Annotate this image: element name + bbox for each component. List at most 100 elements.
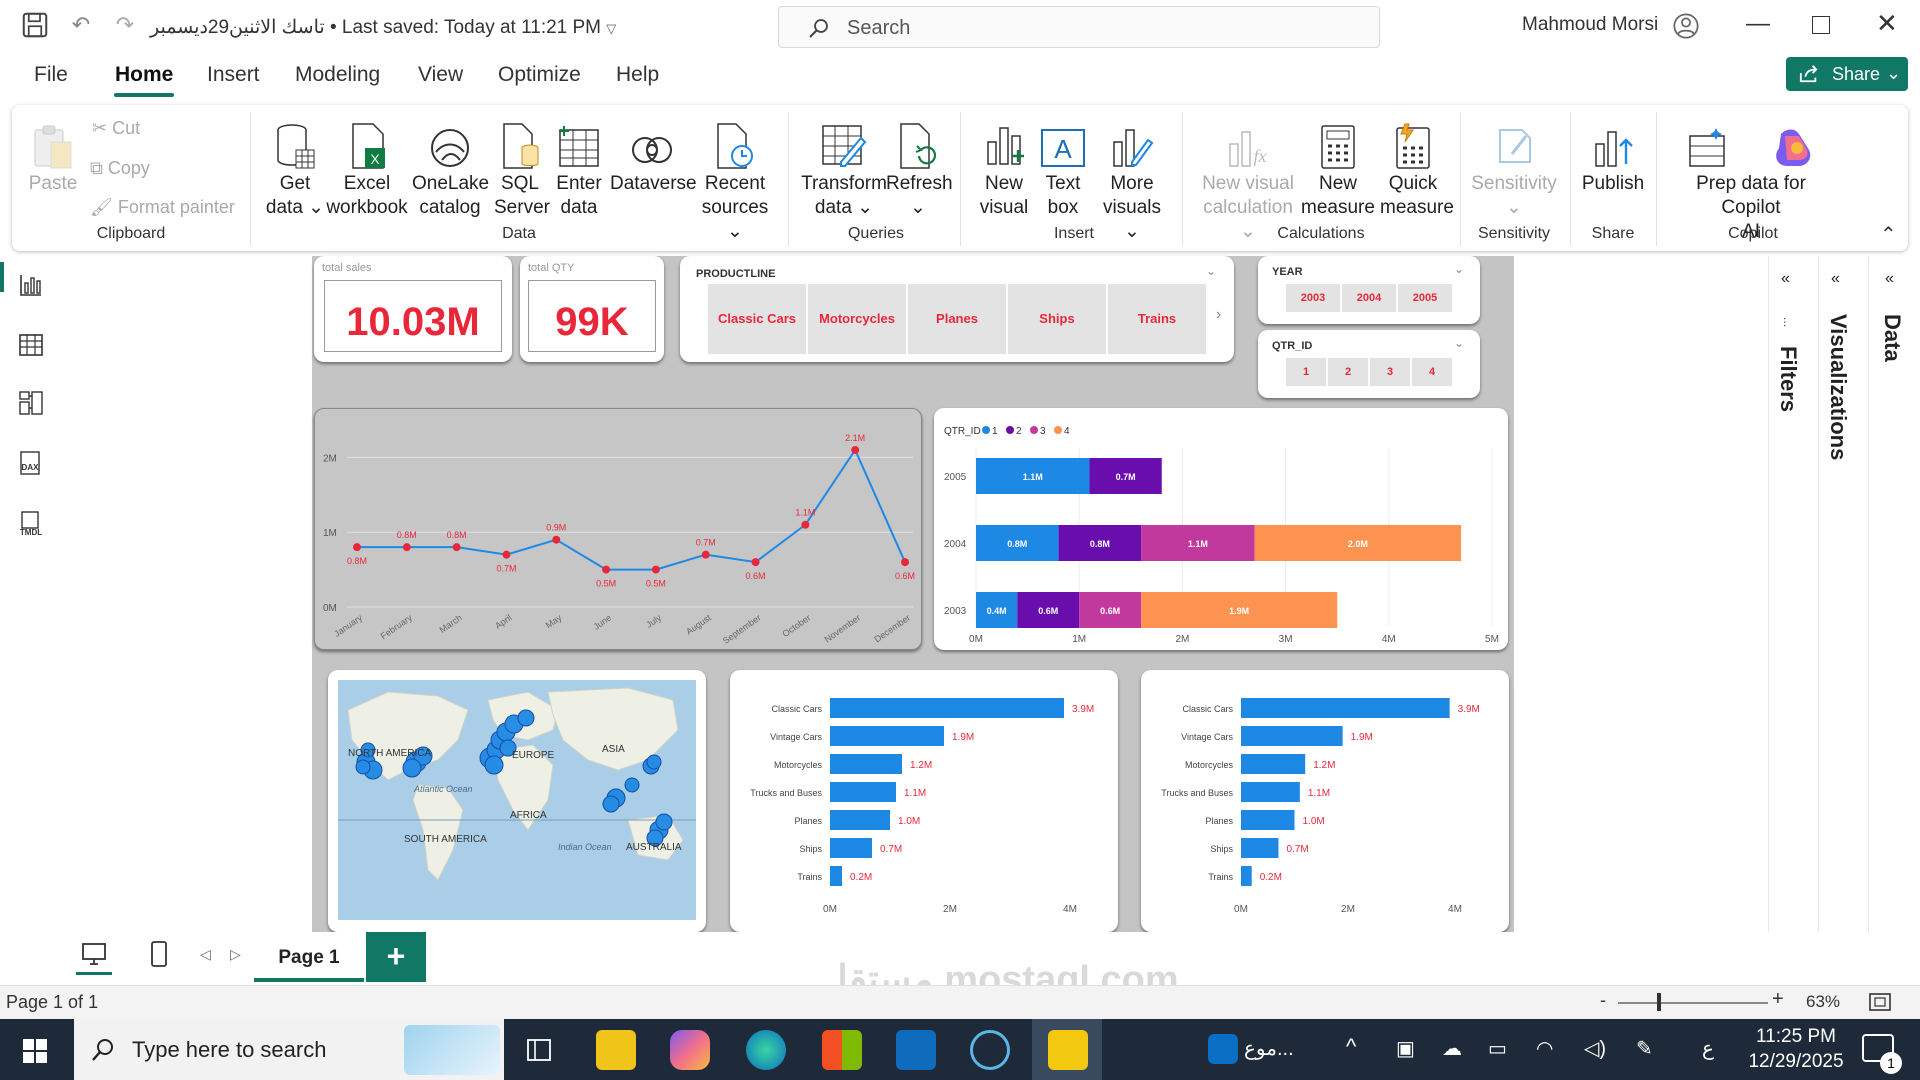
mobile-layout-icon[interactable] — [148, 940, 170, 968]
wifi-icon[interactable]: ◠ — [1536, 1036, 1553, 1061]
map[interactable] — [328, 670, 706, 932]
task-view-icon[interactable] — [524, 1036, 554, 1064]
slicer-item[interactable]: Ships — [1008, 284, 1106, 354]
maximize-icon[interactable] — [1812, 16, 1830, 34]
document-title[interactable]: تاسك الاثنين29ديسمبر • Last saved: Today… — [150, 16, 616, 39]
tmdl-view-icon[interactable]: TMDL — [18, 510, 44, 536]
model-view-icon[interactable] — [18, 390, 44, 416]
filters-pane[interactable]: « ⫶ Filters — [1768, 256, 1808, 932]
widget-label[interactable]: موع... — [1244, 1036, 1294, 1061]
chevron-down-icon[interactable]: ⌄ — [1206, 264, 1216, 278]
visualizations-pane[interactable]: « Visualizations — [1818, 256, 1858, 932]
meet-icon[interactable]: ▣ — [1396, 1036, 1415, 1061]
hbar-chart-card-2[interactable]: 0M 2M 4M Classic Cars 3.9M Vintage Cars 1.9M Mo… — [1141, 670, 1509, 932]
expand-icon[interactable]: « — [1831, 270, 1840, 288]
next-page-icon[interactable]: ▷ — [230, 946, 241, 963]
publish-button[interactable]: Publish — [1576, 118, 1650, 196]
slicer-item[interactable]: 2004 — [1342, 284, 1396, 312]
menu-home[interactable]: Home — [115, 63, 173, 87]
enter-data-button[interactable]: Enter data — [552, 118, 606, 220]
slicer-item[interactable]: 1 — [1286, 358, 1326, 386]
clock[interactable]: 11:25 PM 12/29/2025 — [1746, 1024, 1846, 1074]
menu-help[interactable]: Help — [616, 63, 659, 87]
app-icon[interactable] — [970, 1030, 1010, 1070]
copy-button[interactable]: ⧉ Copy — [90, 158, 150, 179]
prev-page-icon[interactable]: ◁ — [200, 946, 211, 963]
more-visuals-button[interactable]: More visuals ⌄ — [1094, 118, 1170, 244]
table-view-icon[interactable] — [18, 332, 44, 358]
sensitivity-button[interactable]: Sensitivity ⌄ — [1468, 118, 1560, 220]
expand-icon[interactable]: « — [1885, 270, 1894, 288]
collapse-ribbon-icon[interactable]: ⌃ — [1880, 222, 1897, 247]
menu-insert[interactable]: Insert — [207, 63, 260, 87]
avatar-icon[interactable] — [1672, 12, 1700, 40]
kpi-card-total-qty[interactable]: total QTY 99K — [520, 256, 664, 362]
outlook-icon[interactable] — [896, 1030, 936, 1070]
hbar-chart-card-1[interactable]: 0M 2M 4M Classic Cars 3.9M Vintage Cars 1.9M Mo… — [730, 670, 1118, 932]
slicer-item[interactable]: Trains — [1108, 284, 1206, 354]
store-icon[interactable] — [822, 1030, 862, 1070]
search-box[interactable]: Search — [778, 6, 1380, 48]
add-page-button[interactable]: + — [366, 932, 426, 982]
slicer-year[interactable]: YEAR ⌄ 2003 2004 2005 — [1258, 256, 1480, 324]
page-tab[interactable]: Page 1 — [254, 932, 364, 982]
redo-icon[interactable]: ↷ — [110, 10, 140, 40]
undo-icon[interactable]: ↶ — [66, 10, 96, 40]
zoom-thumb[interactable] — [1657, 993, 1661, 1011]
news-widget-icon[interactable] — [1208, 1034, 1238, 1064]
new-measure-button[interactable]: New measure — [1300, 118, 1376, 220]
slicer-item[interactable]: Planes — [908, 284, 1006, 354]
zoom-slider[interactable] — [1618, 1002, 1768, 1004]
slicer-productline[interactable]: PRODUCTLINE ⌄ Classic Cars Motorcycles P… — [680, 256, 1234, 362]
battery-icon[interactable]: ▭ — [1488, 1036, 1507, 1061]
quick-measure-button[interactable]: Quick measure — [1380, 118, 1454, 220]
menu-modeling[interactable]: Modeling — [295, 63, 380, 87]
chevron-up-icon[interactable]: ^ — [1346, 1034, 1356, 1060]
recent-sources-button[interactable]: Recent sources ⌄ — [692, 118, 778, 244]
pen-icon[interactable]: ✎ — [1636, 1036, 1653, 1061]
language-indicator[interactable]: ع — [1702, 1036, 1714, 1061]
slicer-item[interactable]: 2005 — [1398, 284, 1452, 312]
onelake-catalog-button[interactable]: OneLake catalog — [412, 118, 489, 220]
taskbar-search[interactable]: Type here to search — [74, 1019, 504, 1080]
text-box-button[interactable]: A Text box — [1036, 118, 1090, 220]
refresh-button[interactable]: Refresh ⌄ — [886, 118, 953, 220]
cloud-icon[interactable]: ☁ — [1442, 1036, 1462, 1061]
zoom-in-icon[interactable]: + — [1772, 988, 1784, 1011]
stacked-bar-chart-card[interactable]: QTR_ID 1 2 3 4 0M 1M 2M 3M 4M 5M 2005 1.1M 0.7M 2004 0.… — [934, 408, 1508, 650]
cut-button[interactable]: ✂ Cut — [92, 118, 140, 139]
desktop-layout-icon[interactable] — [80, 940, 108, 968]
file-explorer-icon[interactable] — [596, 1030, 636, 1070]
kpi-card-total-sales[interactable]: total sales 10.03M — [314, 256, 512, 362]
chevron-down-icon[interactable]: ⌄ — [1454, 262, 1464, 276]
close-icon[interactable]: ✕ — [1876, 8, 1898, 39]
zoom-out-icon[interactable]: - — [1600, 990, 1606, 1011]
menu-file[interactable]: File — [34, 63, 68, 87]
new-visual-button[interactable]: New visual — [976, 118, 1032, 220]
slicer-qtr-id[interactable]: QTR_ID ⌄ 1 2 3 4 — [1258, 330, 1480, 398]
expand-icon[interactable]: « — [1781, 270, 1790, 288]
zoom-level[interactable]: 63% — [1806, 992, 1840, 1012]
excel-workbook-button[interactable]: X Excel workbook — [324, 118, 410, 220]
scroll-right-icon[interactable]: › — [1216, 306, 1221, 324]
slicer-item[interactable]: 2003 — [1286, 284, 1340, 312]
slicer-item[interactable]: Motorcycles — [808, 284, 906, 354]
save-icon[interactable] — [20, 10, 50, 40]
dataverse-button[interactable]: Dataverse — [610, 118, 697, 196]
volume-icon[interactable]: ◁) — [1584, 1036, 1606, 1061]
transform-data-button[interactable]: Transform data ⌄ — [800, 118, 888, 220]
report-view-icon[interactable] — [18, 272, 44, 298]
map-card[interactable]: NORTH AMERICA EUROPE ASIA Atlantic Ocean… — [328, 670, 706, 932]
share-button[interactable]: Share ⌄ — [1786, 57, 1908, 91]
menu-view[interactable]: View — [418, 63, 463, 87]
minimize-icon[interactable]: — — [1746, 10, 1770, 38]
slicer-item[interactable]: Classic Cars — [708, 284, 806, 354]
windows-start-icon[interactable] — [22, 1038, 48, 1064]
slicer-item[interactable]: 2 — [1328, 358, 1368, 386]
slicer-item[interactable]: 4 — [1412, 358, 1452, 386]
data-pane[interactable]: « Data — [1868, 256, 1920, 932]
sql-server-button[interactable]: SQL Server — [494, 118, 550, 220]
line-chart-card[interactable]: 0M 1M 2M 0.8M January 0.8M February 0.8M March 0.… — [314, 408, 922, 650]
format-painter-button[interactable]: 🖌 Format painter — [90, 197, 235, 218]
fit-page-icon[interactable] — [1868, 992, 1892, 1012]
